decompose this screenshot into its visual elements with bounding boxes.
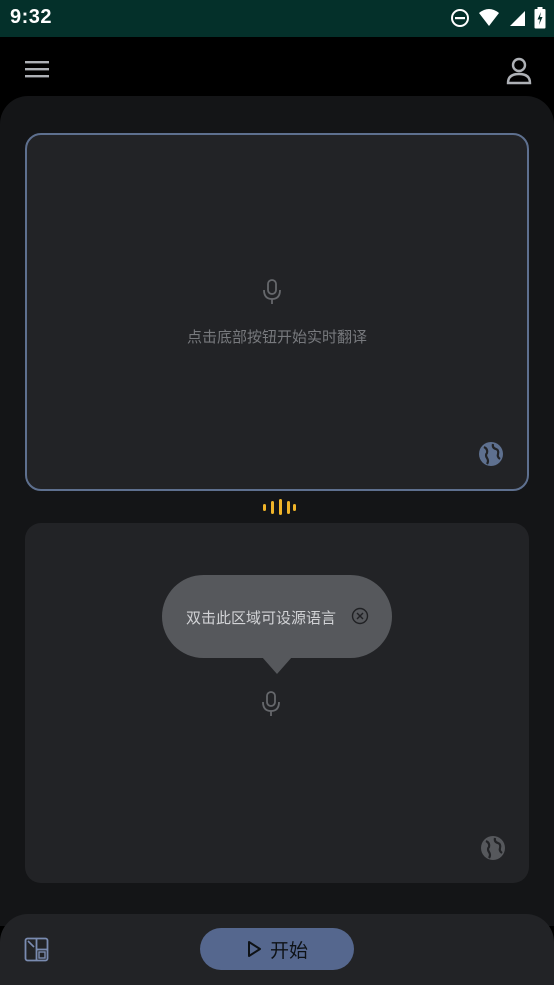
empty-hint: 点击底部按钮开始实时翻译 bbox=[186, 328, 367, 346]
battery-charging-icon bbox=[534, 7, 546, 29]
app-header bbox=[0, 37, 554, 97]
do-not-disturb-icon bbox=[451, 9, 469, 27]
status-icons bbox=[450, 7, 546, 29]
start-button[interactable]: 开始 bbox=[200, 928, 354, 970]
tooltip-tail bbox=[262, 657, 292, 674]
tooltip-text: 双击此区域可设源语言 bbox=[186, 609, 337, 627]
audio-wave-icon bbox=[263, 499, 296, 515]
globe-icon[interactable] bbox=[478, 441, 504, 467]
microphone-icon bbox=[263, 279, 281, 304]
close-circle-icon[interactable] bbox=[351, 607, 369, 625]
account-button[interactable] bbox=[504, 55, 534, 87]
status-time: 9:32 bbox=[10, 6, 53, 28]
wifi-icon bbox=[479, 9, 499, 26]
cellular-signal-icon bbox=[510, 11, 525, 26]
status-bar: 9:32 bbox=[0, 0, 554, 37]
layout-toggle-icon[interactable] bbox=[24, 937, 49, 962]
menu-button[interactable] bbox=[22, 57, 52, 81]
main-sheet: 点击底部按钮开始实时翻译 bbox=[0, 96, 554, 926]
bottom-bar: 开始 bbox=[0, 914, 554, 985]
source-language-tooltip: 双击此区域可设源语言 bbox=[162, 575, 392, 674]
start-button-label: 开始 bbox=[269, 939, 308, 962]
source-panel[interactable]: 点击底部按钮开始实时翻译 bbox=[25, 133, 529, 491]
play-icon bbox=[247, 941, 261, 957]
account-icon bbox=[506, 57, 532, 85]
globe-icon[interactable] bbox=[480, 835, 506, 861]
microphone-icon bbox=[262, 691, 280, 716]
menu-icon bbox=[25, 61, 49, 78]
